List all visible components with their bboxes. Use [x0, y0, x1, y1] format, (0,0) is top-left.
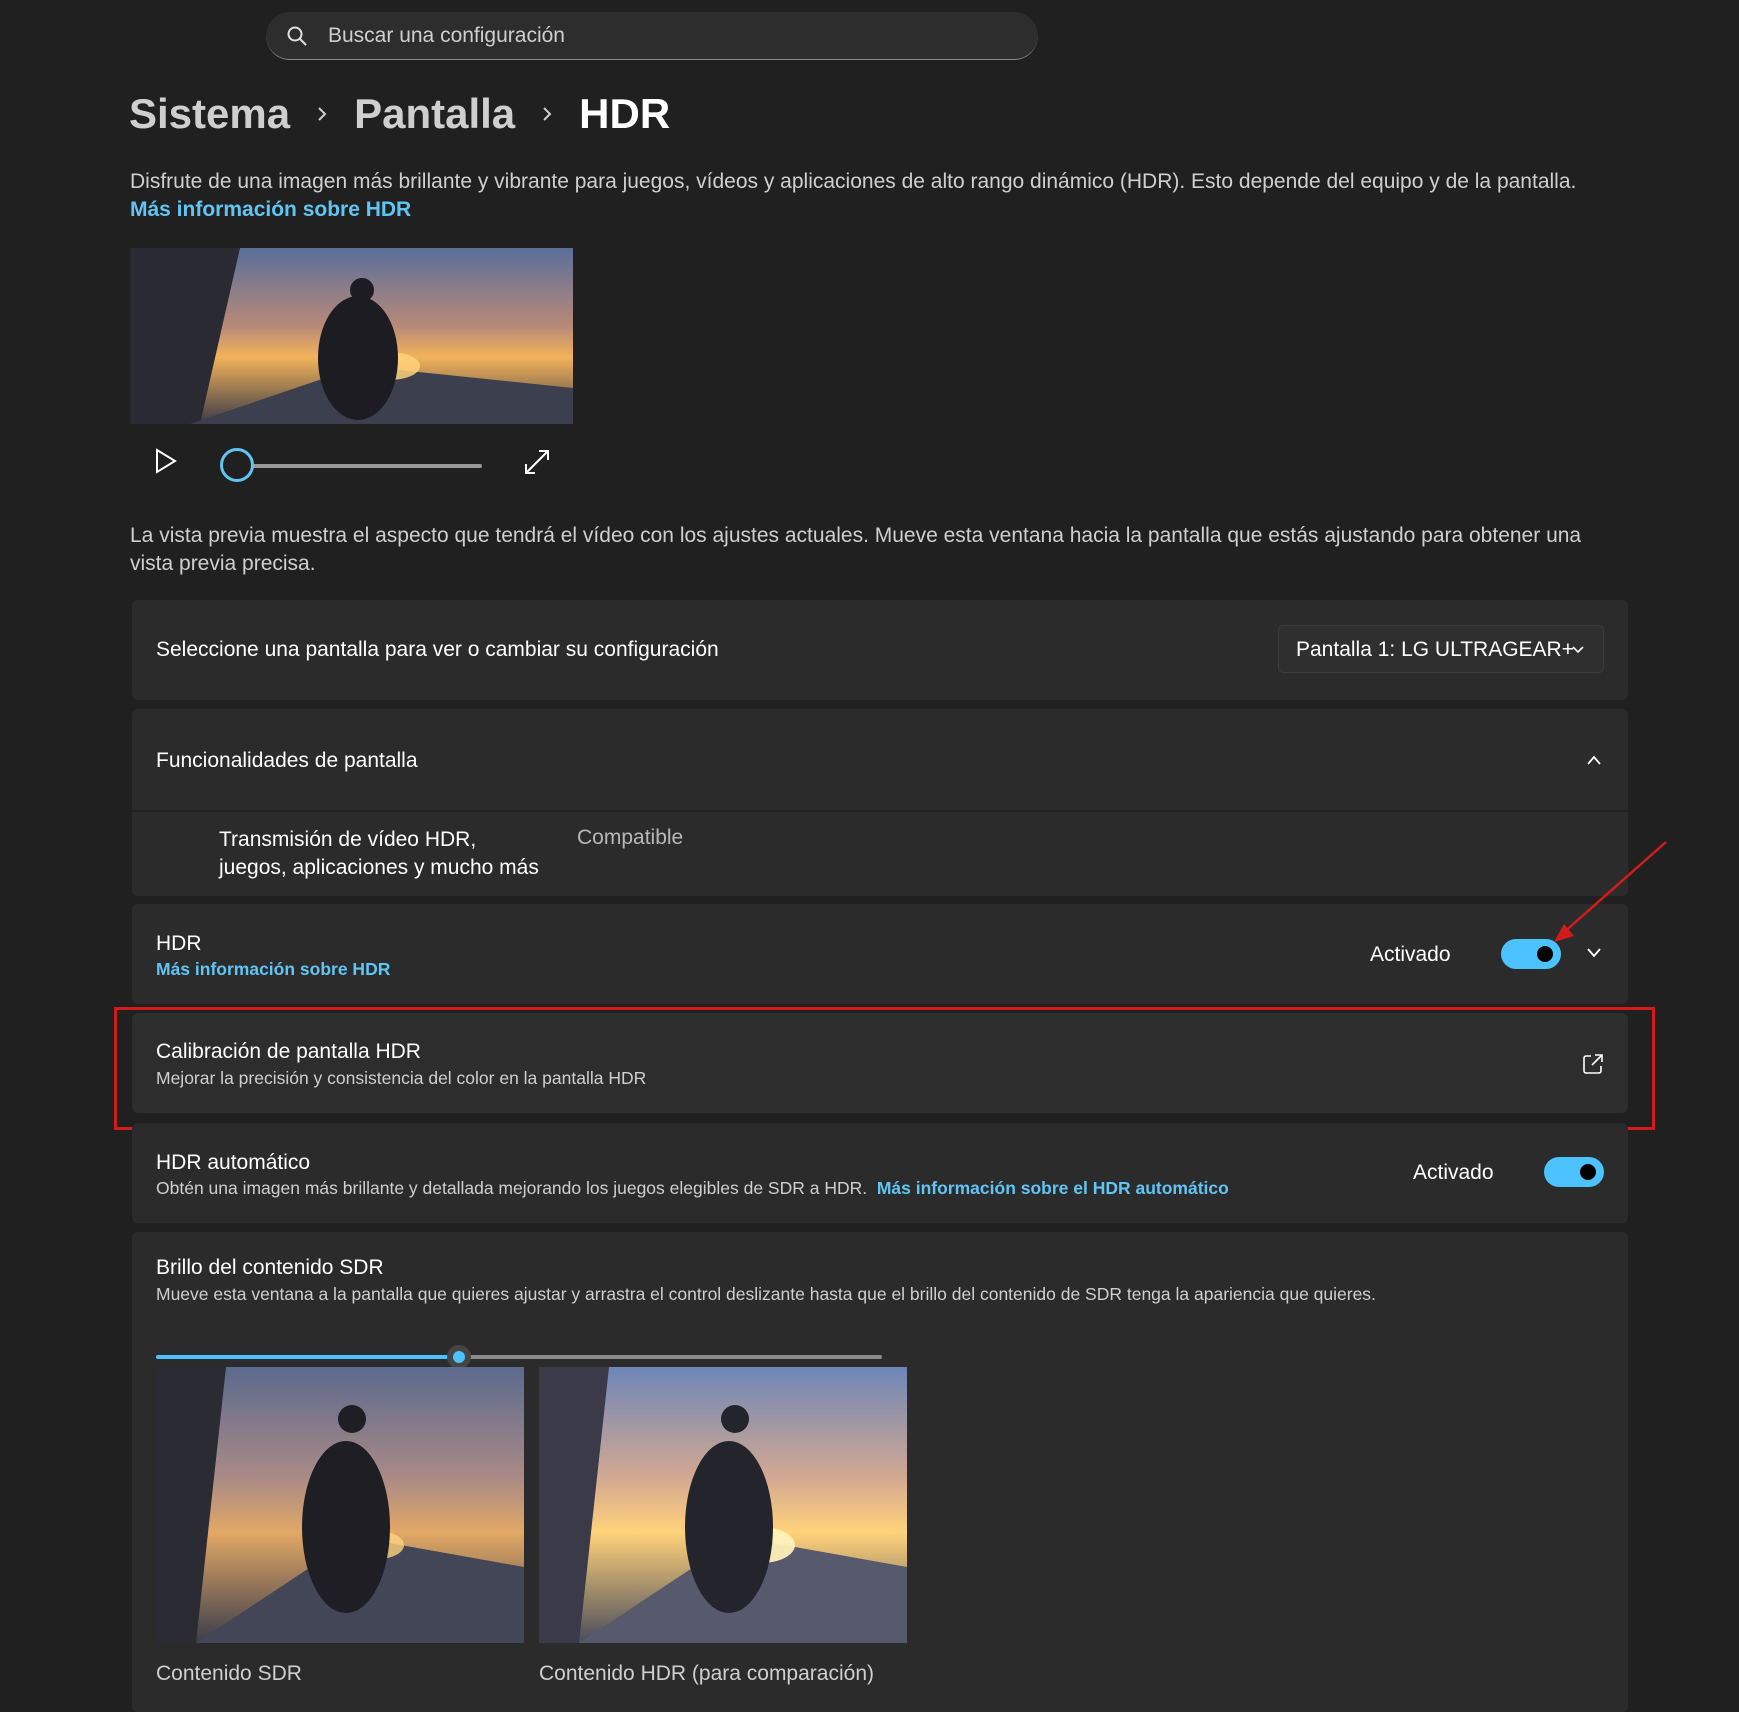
video-progress-thumb[interactable]: [220, 448, 254, 482]
preview-image: [130, 248, 573, 424]
hdr-state: Activado: [1370, 943, 1451, 966]
learn-more-hdr-link[interactable]: Más información sobre HDR: [130, 198, 411, 221]
sdr-brightness-title: Brillo del contenido SDR: [156, 1256, 384, 1279]
sdr-sample-image: [156, 1367, 524, 1643]
auto-hdr-subtitle: Obtén una imagen más brillante y detalla…: [156, 1178, 868, 1198]
chevron-up-icon[interactable]: [1586, 753, 1602, 767]
sdr-brightness-subtitle: Mueve esta ventana a la pantalla que qui…: [156, 1284, 1376, 1304]
hdr-learn-more-link[interactable]: Más información sobre HDR: [156, 959, 390, 980]
arrow-annotation-icon: [1554, 841, 1667, 942]
chevron-right-icon: [290, 106, 354, 122]
search-placeholder: Buscar una configuración: [328, 24, 565, 47]
toggle-knob: [1537, 946, 1553, 962]
chevron-right-icon: [515, 106, 579, 122]
breadcrumb-sistema[interactable]: Sistema: [129, 90, 290, 138]
video-progress-track[interactable]: [236, 464, 482, 468]
highlight-box: [114, 1007, 1655, 1130]
breadcrumb: Sistema Pantalla HDR: [129, 86, 670, 142]
breadcrumb-pantalla[interactable]: Pantalla: [354, 90, 515, 138]
capabilities-body: Transmisión de vídeo HDR, juegos, aplica…: [132, 812, 1628, 896]
auto-hdr-card: HDR automático Obtén una imagen más bril…: [132, 1123, 1628, 1223]
display-dropdown-value: Pantalla 1: LG ULTRAGEAR+: [1296, 638, 1574, 661]
capability-value: Compatible: [577, 826, 684, 849]
auto-hdr-title: HDR automático: [156, 1151, 311, 1174]
auto-hdr-state: Activado: [1413, 1161, 1494, 1184]
sdr-slider-track[interactable]: [458, 1355, 882, 1359]
display-select-label: Seleccione una pantalla para ver o cambi…: [156, 638, 719, 661]
search-box[interactable]: Buscar una configuración: [266, 12, 1038, 60]
expand-icon[interactable]: [524, 449, 550, 475]
sdr-caption: Contenido SDR: [156, 1662, 302, 1685]
sdr-slider-thumb[interactable]: [447, 1345, 471, 1369]
hdr-card: HDR Más información sobre HDR Activado: [132, 904, 1628, 1004]
search-icon: [287, 26, 307, 46]
auto-hdr-toggle[interactable]: [1544, 1157, 1604, 1187]
play-icon[interactable]: [154, 448, 178, 474]
auto-hdr-subtitle-row: Obtén una imagen más brillante y detalla…: [156, 1178, 1229, 1199]
sdr-brightness-card: Brillo del contenido SDR Mueve esta vent…: [132, 1232, 1628, 1712]
chevron-down-icon: [1572, 646, 1584, 654]
capabilities-title: Funcionalidades de pantalla: [156, 749, 418, 772]
hdr-sample-image: [539, 1367, 907, 1643]
preview-note: La vista previa muestra el aspecto que t…: [130, 524, 1582, 575]
chevron-down-icon[interactable]: [1586, 946, 1602, 960]
page-description: Disfrute de una imagen más brillante y v…: [130, 168, 1610, 224]
auto-hdr-learn-more-link[interactable]: Más información sobre el HDR automático: [877, 1178, 1229, 1198]
page-title: HDR: [579, 90, 671, 137]
display-dropdown[interactable]: Pantalla 1: LG ULTRAGEAR+: [1278, 625, 1604, 673]
display-select-card: Seleccione una pantalla para ver o cambi…: [132, 600, 1628, 700]
capabilities-header[interactable]: Funcionalidades de pantalla: [132, 709, 1628, 810]
sdr-slider-fill: [156, 1355, 458, 1359]
toggle-knob: [1580, 1164, 1596, 1180]
capability-label: Transmisión de vídeo HDR, juegos, aplica…: [219, 828, 539, 879]
hdr-video-preview: [130, 248, 573, 424]
hdr-caption: Contenido HDR (para comparación): [539, 1662, 874, 1685]
hdr-title: HDR: [156, 932, 202, 955]
description-text: Disfrute de una imagen más brillante y v…: [130, 170, 1577, 193]
